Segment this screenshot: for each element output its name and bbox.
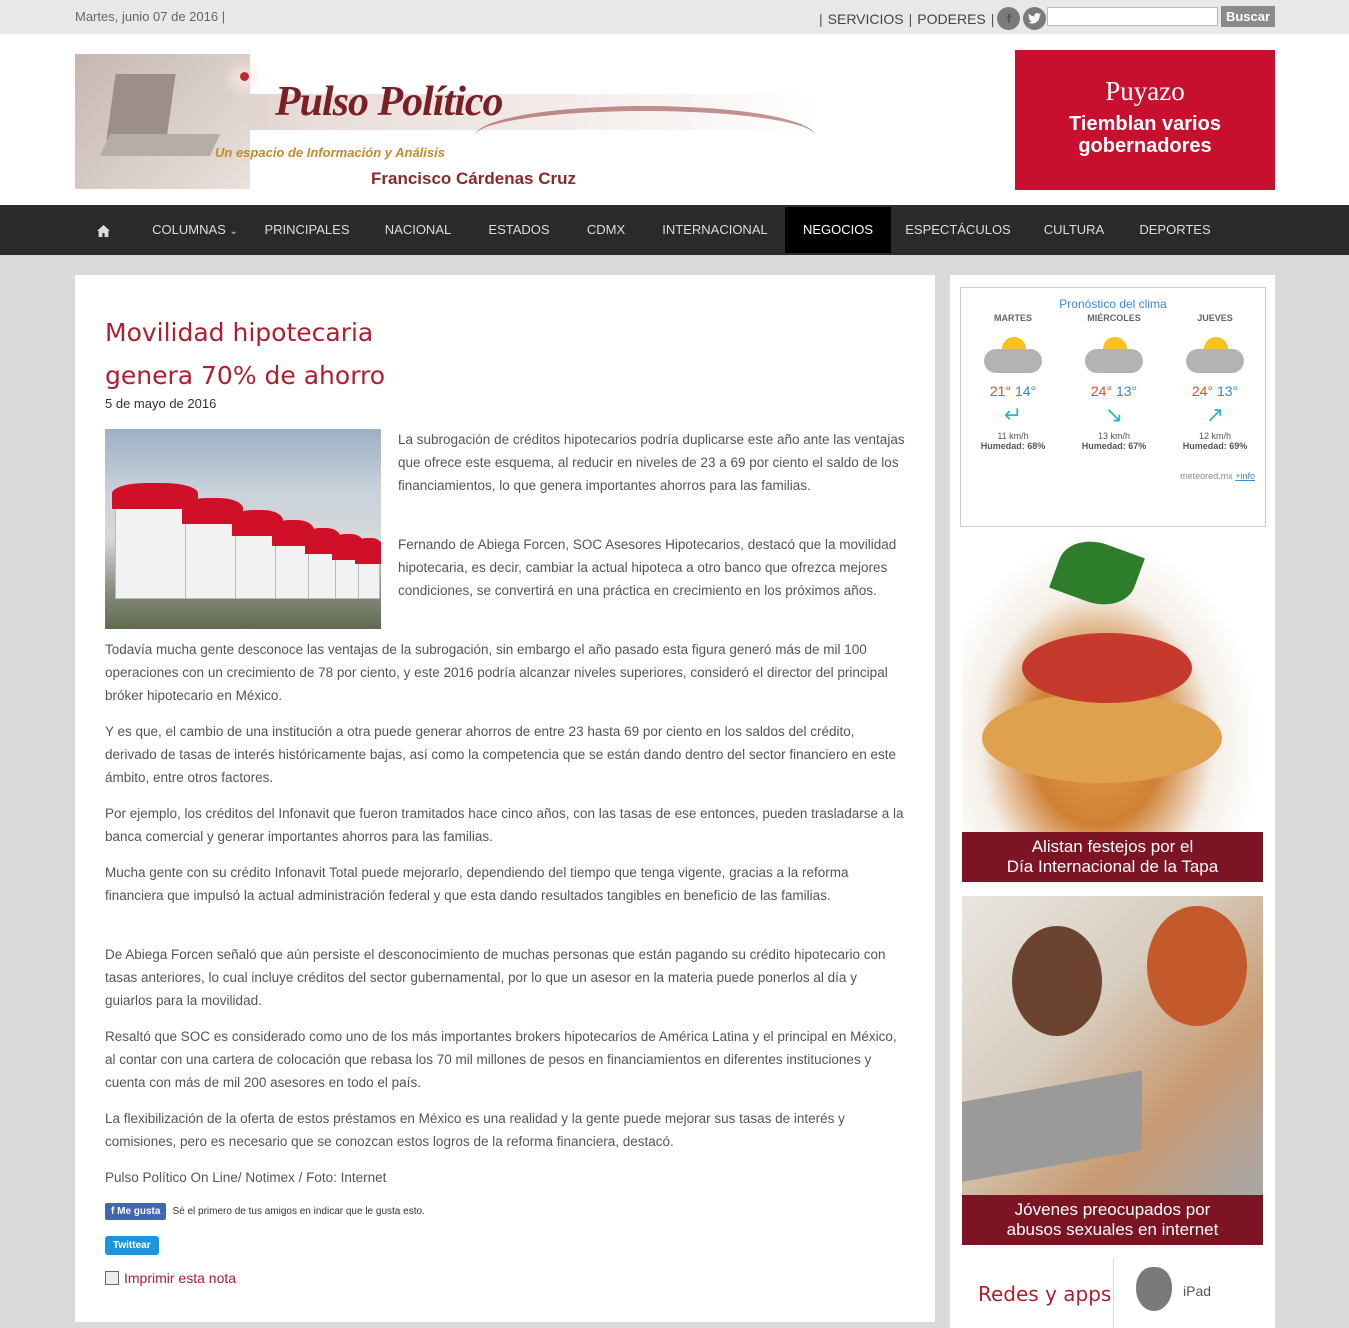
printer-icon xyxy=(105,1271,119,1285)
ipad-link[interactable]: iPad xyxy=(1183,1283,1211,1299)
logo-subtitle: Un espacio de Información y Análisis xyxy=(215,145,445,160)
nav-estados[interactable]: ESTADOS xyxy=(474,205,564,255)
wind-direction-icon: ↗ xyxy=(1205,402,1225,427)
article-paragraph: La flexibilización de la oferta de estos… xyxy=(105,1111,845,1149)
story-caption-tapa[interactable]: Alistan festejos por el Día Internaciona… xyxy=(962,832,1263,882)
print-link[interactable]: Imprimir esta nota xyxy=(105,1270,236,1286)
wind-direction-icon: ↵ xyxy=(1003,402,1023,427)
chevron-down-icon: ⌄ xyxy=(229,226,238,237)
partly-cloudy-rain-icon xyxy=(1085,337,1143,373)
nav-cultura[interactable]: CULTURA xyxy=(1030,205,1118,255)
promo-kicker: Puyazo xyxy=(1105,76,1185,106)
logo-dot xyxy=(240,72,249,81)
current-date: Martes, junio 07 de 2016 | xyxy=(75,9,226,24)
tweet-button[interactable]: Twittear xyxy=(105,1236,159,1255)
site-header: Pulso Político Un espacio de Información… xyxy=(0,34,1349,205)
main-nav: COLUMNAS ⌄ PRINCIPALES NACIONAL ESTADOS … xyxy=(0,205,1349,255)
story-caption-jovenes[interactable]: Jóvenes preocupados por abusos sexuales … xyxy=(962,1195,1263,1245)
separator: | xyxy=(990,10,995,27)
separator: | xyxy=(908,10,913,27)
article-paragraph: De Abiega Forcen señaló que aún persiste… xyxy=(105,947,886,1008)
poderes-link[interactable]: PODERES xyxy=(917,11,985,27)
article-paragraph: Todavía mucha gente desconoce las ventaj… xyxy=(105,642,888,703)
article: Movilidad hipotecaria genera 70% de ahor… xyxy=(75,275,935,1322)
logo-title: Pulso Político xyxy=(275,79,503,125)
weather-day: JUEVES 24° 13° ↗ 12 km/h Humedad: 69% xyxy=(1165,313,1265,451)
top-bar: Martes, junio 07 de 2016 | | SERVICIOS |… xyxy=(0,0,1349,34)
nav-cdmx[interactable]: CDMX xyxy=(572,205,640,255)
promo-headline: Tiemblan varios gobernadores xyxy=(1069,113,1221,157)
kids-laptop-photo[interactable] xyxy=(962,896,1263,1196)
divider xyxy=(1113,1258,1114,1328)
article-paragraph: La subrogación de créditos hipotecarios … xyxy=(398,432,905,493)
nav-principales[interactable]: PRINCIPALES xyxy=(252,205,362,255)
nav-internacional[interactable]: INTERNACIONAL xyxy=(650,205,780,255)
search-input[interactable] xyxy=(1047,7,1218,26)
weather-title: Pronóstico del clima xyxy=(1059,297,1167,311)
site-logo[interactable]: Pulso Político Un espacio de Información… xyxy=(75,54,820,194)
weather-day: MARTES 21° 14° ↵ 11 km/h Humedad: 68% xyxy=(963,313,1063,451)
redes-heading: Redes y apps xyxy=(978,1282,1112,1306)
separator: | xyxy=(819,10,823,27)
nav-negocios[interactable]: NEGOCIOS xyxy=(785,207,891,253)
facebook-like-text: Sé el primero de tus amigos en indicar q… xyxy=(172,1206,425,1217)
promo-puyazo[interactable]: Puyazo Tiemblan varios gobernadores xyxy=(1015,50,1275,190)
partly-cloudy-rain-icon xyxy=(984,337,1042,373)
weather-day: MIÉRCOLES 24° 13° ↘ 13 km/h Humedad: 67% xyxy=(1064,313,1164,451)
weather-more-link[interactable]: +info xyxy=(1235,471,1255,481)
facebook-like: f Me gusta Sé el primero de tus amigos e… xyxy=(105,1203,425,1220)
weather-widget: Pronóstico del clima MARTES 21° 14° ↵ 11… xyxy=(960,287,1266,527)
nav-espectaculos[interactable]: ESPECTÁCULOS xyxy=(898,205,1018,255)
article-credit: Pulso Político On Line/ Notimex / Foto: … xyxy=(105,1170,387,1185)
apple-icon[interactable] xyxy=(1136,1267,1172,1311)
article-title: Movilidad hipotecaria genera 70% de ahor… xyxy=(105,318,386,390)
weather-source: meteored.mx +info xyxy=(1180,471,1255,481)
twitter-icon[interactable] xyxy=(1023,7,1047,30)
article-paragraph: Y es que, el cambio de una institución a… xyxy=(105,724,896,785)
partly-cloudy-rain-icon xyxy=(1186,337,1244,373)
article-paragraph: Por ejemplo, los créditos del Infonavit … xyxy=(105,806,904,844)
nav-columnas[interactable]: COLUMNAS ⌄ xyxy=(140,205,250,255)
home-icon[interactable] xyxy=(84,205,122,255)
wind-direction-icon: ↘ xyxy=(1104,402,1124,427)
search-button[interactable]: Buscar xyxy=(1221,6,1275,27)
nav-deportes[interactable]: DEPORTES xyxy=(1130,205,1220,255)
nav-nacional[interactable]: NACIONAL xyxy=(370,205,466,255)
servicios-link[interactable]: SERVICIOS xyxy=(828,11,904,27)
tapa-photo[interactable] xyxy=(962,533,1263,833)
logo-author: Francisco Cárdenas Cruz xyxy=(371,169,577,188)
article-paragraph: Mucha gente con su crédito Infonavit Tot… xyxy=(105,865,849,903)
top-links: | SERVICIOS | PODERES | f xyxy=(819,7,1047,30)
article-date: 5 de mayo de 2016 xyxy=(105,396,217,411)
article-paragraph: Fernando de Abiega Forcen, SOC Asesores … xyxy=(398,537,897,598)
article-paragraph: Resaltó que SOC es considerado como uno … xyxy=(105,1029,897,1090)
article-photo xyxy=(105,429,381,629)
facebook-like-button[interactable]: f Me gusta xyxy=(105,1203,167,1220)
facebook-icon[interactable]: f xyxy=(997,7,1021,30)
sidebar: Pronóstico del clima MARTES 21° 14° ↵ 11… xyxy=(950,275,1275,1328)
